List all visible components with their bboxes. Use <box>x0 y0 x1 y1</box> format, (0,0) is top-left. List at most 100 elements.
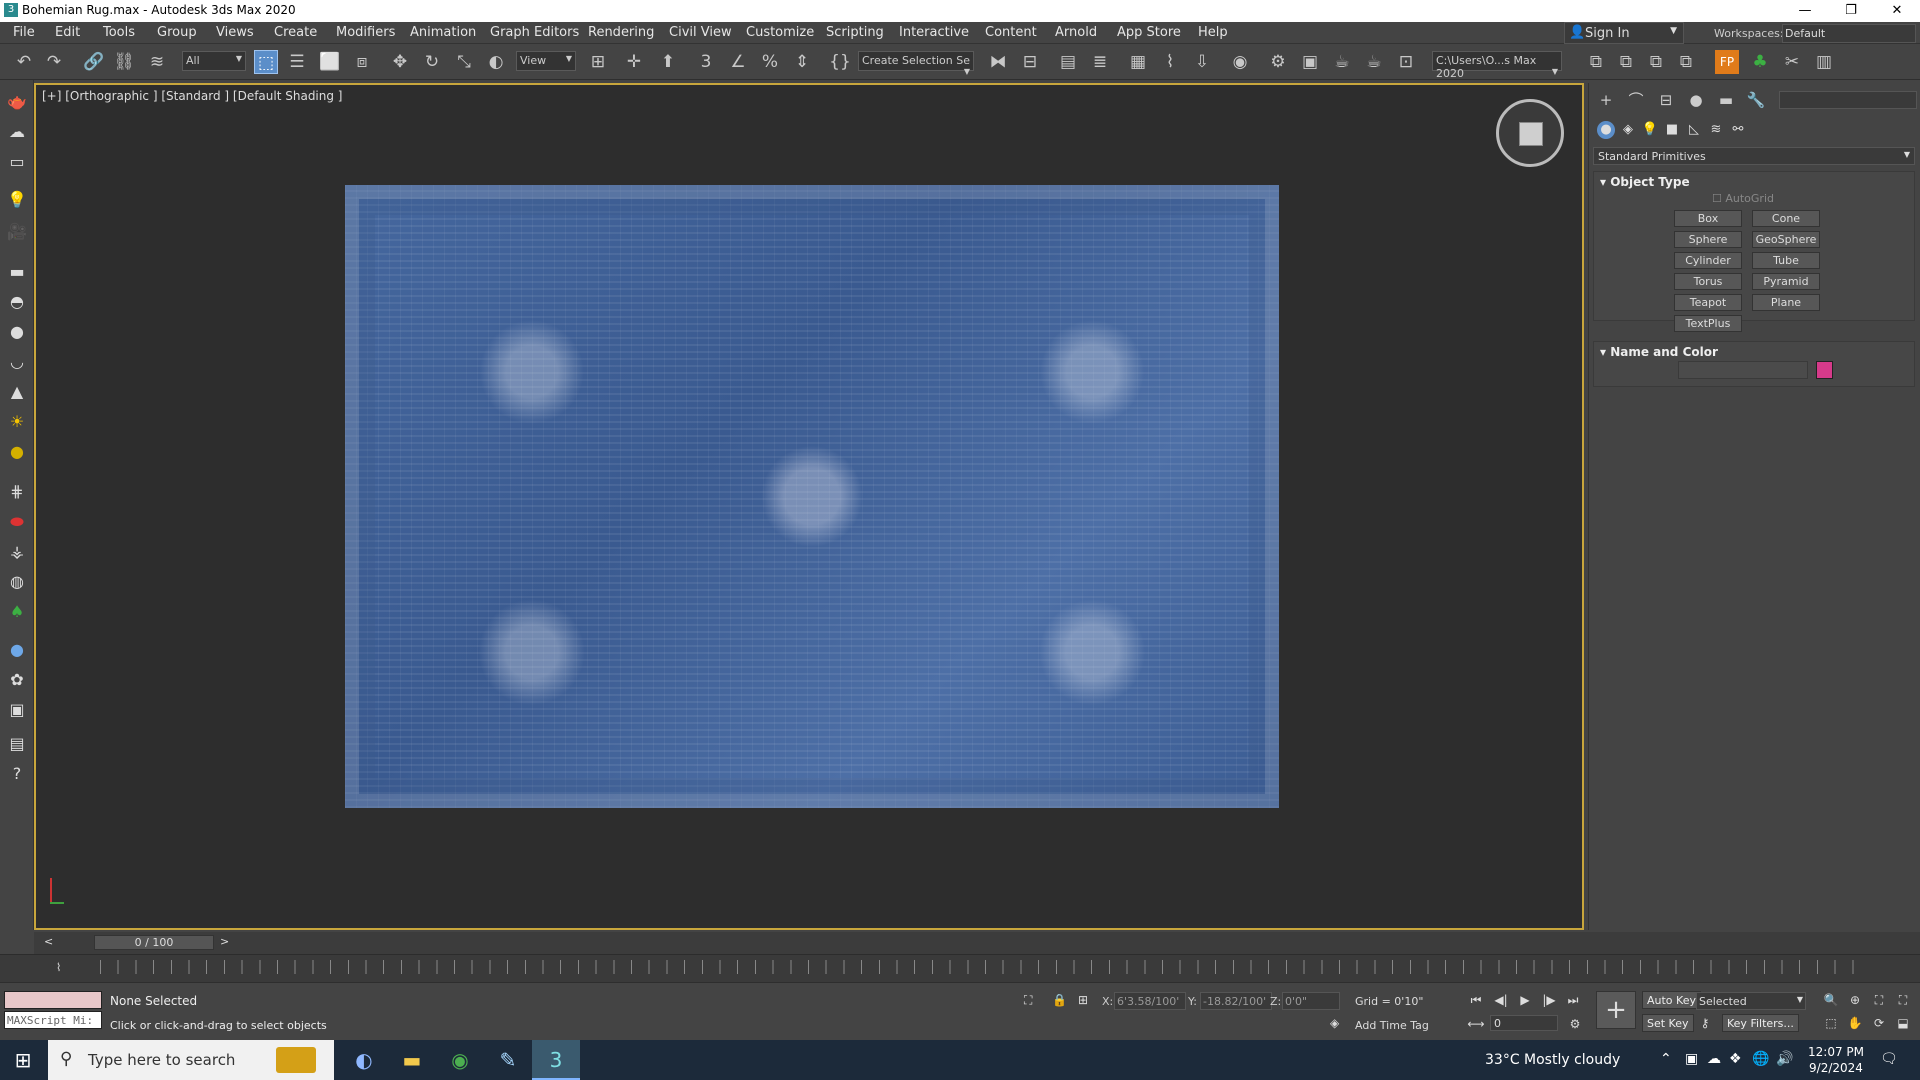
set-key-big-button[interactable]: + <box>1596 991 1636 1029</box>
layer-explorer-icon[interactable]: ≣ <box>1088 50 1112 74</box>
orb-icon[interactable]: ● <box>5 440 29 464</box>
key-mode-toggle-icon[interactable]: ⚷ <box>1694 1014 1716 1032</box>
dropbox-icon[interactable]: ❖ <box>1729 1051 1742 1067</box>
globe-icon[interactable]: ◍ <box>5 570 29 594</box>
add-time-tag[interactable]: Add Time Tag <box>1355 1019 1429 1032</box>
geometry-icon[interactable]: ● <box>1597 121 1615 139</box>
maxscript-listener-input[interactable]: MAXScript Mi: <box>4 1011 102 1029</box>
menu-customize[interactable]: Customize <box>746 25 814 40</box>
pan-icon[interactable]: ✋ <box>1844 1014 1866 1032</box>
current-frame-field[interactable]: 0 <box>1490 1015 1558 1031</box>
track-bar[interactable]: ⌇ <box>0 954 1920 982</box>
time-tag-icon[interactable]: ◈ <box>1330 1016 1339 1030</box>
menu-edit[interactable]: Edit <box>55 25 80 40</box>
select-object-icon[interactable]: ⬚ <box>254 50 278 74</box>
sphere-button[interactable]: Sphere <box>1674 231 1742 248</box>
rotate-icon[interactable]: ↻ <box>420 50 444 74</box>
placement-icon[interactable]: ◐ <box>484 50 508 74</box>
window-crossing-icon[interactable]: ⧈ <box>350 50 374 74</box>
selection-filter-dropdown[interactable]: All ▼ <box>182 51 246 71</box>
z-coordinate-field[interactable]: 0'0" <box>1282 992 1340 1010</box>
chrome-icon[interactable]: ◉ <box>436 1040 484 1080</box>
time-config-icon[interactable]: ⟷ <box>1465 1015 1487 1033</box>
menu-animation[interactable]: Animation <box>410 25 476 40</box>
container-close-icon[interactable]: ⧉ <box>1644 50 1668 74</box>
select-manipulate-icon[interactable]: ✛ <box>622 50 646 74</box>
light-bulb-icon[interactable]: 💡 <box>5 188 29 212</box>
container-update-icon[interactable]: ⧉ <box>1674 50 1698 74</box>
comb-icon[interactable]: ⋕ <box>5 480 29 504</box>
play-icon[interactable]: ▶ <box>1514 991 1536 1009</box>
maximize-button[interactable]: ❐ <box>1828 0 1874 22</box>
ball-icon[interactable]: ● <box>5 638 29 662</box>
plant-icon[interactable]: ♠ <box>5 600 29 624</box>
align-icon[interactable]: ⊟ <box>1018 50 1042 74</box>
hierarchy-tab-icon[interactable]: ⊟ <box>1655 89 1677 111</box>
tools-icon[interactable]: ✂ <box>1780 50 1804 74</box>
menu-views[interactable]: Views <box>216 25 254 40</box>
time-slider-thumb[interactable]: 0 / 100 <box>94 935 214 950</box>
weather-widget[interactable]: 33°C Mostly cloudy <box>1485 1052 1620 1068</box>
rectangular-selection-icon[interactable]: ⬜ <box>318 50 342 74</box>
motion-tab-icon[interactable]: ● <box>1685 89 1707 111</box>
menu-group[interactable]: Group <box>157 25 197 40</box>
tray-app-icon[interactable]: ▣ <box>1685 1051 1698 1067</box>
3ds-max-taskbar-icon[interactable]: 3 <box>532 1040 580 1080</box>
menu-arnold[interactable]: Arnold <box>1055 25 1097 40</box>
lights-icon[interactable]: 💡 <box>1641 121 1659 139</box>
shapes-icon[interactable]: ◈ <box>1619 121 1637 139</box>
material-editor-icon[interactable]: ◉ <box>1228 50 1252 74</box>
edit-named-selection-icon[interactable]: {} <box>828 50 852 74</box>
file-explorer-icon[interactable]: ▬ <box>388 1040 436 1080</box>
palette-icon[interactable]: ✿ <box>5 668 29 692</box>
object-type-header[interactable]: ▾ Object Type <box>1600 175 1690 189</box>
unlink-icon[interactable]: ⛓ <box>112 50 136 74</box>
notifications-icon[interactable]: 🗨 <box>1880 1051 1898 1067</box>
curve-editor-icon[interactable]: ⌇ <box>1158 50 1182 74</box>
isolate-selection-icon[interactable]: ⛶ <box>1024 993 1032 1008</box>
menu-interactive[interactable]: Interactive <box>899 25 969 40</box>
zoom-extents-icon[interactable]: ⛶ <box>1868 991 1890 1009</box>
perspective-viewport[interactable]: [+] [Orthographic ] [Standard ] [Default… <box>34 83 1584 930</box>
document-icon[interactable]: ▤ <box>5 732 29 756</box>
box-button[interactable]: Box <box>1674 210 1742 227</box>
sphere-icon[interactable]: ● <box>5 320 29 344</box>
cloud-icon[interactable]: ☁ <box>5 120 29 144</box>
menu-civil-view[interactable]: Civil View <box>669 25 732 40</box>
systems-icon[interactable]: ⚯ <box>1729 121 1747 139</box>
object-color-swatch[interactable] <box>1816 361 1833 379</box>
redo-icon[interactable]: ↷ <box>42 50 66 74</box>
volume-icon[interactable]: 🔊 <box>1776 1051 1793 1067</box>
spinner-snap-icon[interactable]: ⇕ <box>790 50 814 74</box>
auto-key-button[interactable]: Auto Key <box>1642 991 1701 1009</box>
menu-help[interactable]: Help <box>1198 25 1228 40</box>
render-cloud-icon[interactable]: ⊡ <box>1394 50 1418 74</box>
y-coordinate-field[interactable]: -18.82/100' <box>1200 992 1272 1010</box>
modify-tab-icon[interactable]: ⌒ <box>1625 89 1647 111</box>
named-selection-dropdown[interactable]: Create Selection Se ▼ <box>858 51 974 76</box>
object-name-field[interactable] <box>1678 361 1808 379</box>
close-button[interactable]: ✕ <box>1874 0 1920 22</box>
lock-selection-icon[interactable]: 🔒 <box>1052 993 1067 1007</box>
snaps-toggle-icon[interactable]: 3 <box>694 50 718 74</box>
geosphere-button[interactable]: GeoSphere <box>1752 231 1820 248</box>
key-filters-button[interactable]: Key Filters... <box>1722 1014 1799 1032</box>
pivot-center-icon[interactable]: ⊞ <box>586 50 610 74</box>
time-configuration-icon[interactable]: ⚙ <box>1564 1015 1586 1033</box>
helpers-icon[interactable]: ◺ <box>1685 121 1703 139</box>
rug-mesh[interactable] <box>345 185 1279 808</box>
menu-app-store[interactable]: App Store <box>1117 25 1181 40</box>
x-coordinate-field[interactable]: 6'3.58/100' <box>1114 992 1186 1010</box>
sign-in-dropdown[interactable]: 👤 Sign In ▼ <box>1564 22 1684 44</box>
menu-file[interactable]: File <box>13 25 35 40</box>
set-key-button[interactable]: Set Key <box>1642 1014 1694 1032</box>
spreadsheet-icon[interactable]: ▥ <box>1812 50 1836 74</box>
name-and-color-header[interactable]: ▾ Name and Color <box>1600 345 1718 359</box>
menu-rendering[interactable]: Rendering <box>588 25 654 40</box>
railclone-icon[interactable]: ♣ <box>1748 50 1772 74</box>
utilities-tab-icon[interactable]: 🔧 <box>1745 89 1767 111</box>
cylinder-button[interactable]: Cylinder <box>1674 252 1742 269</box>
scale-icon[interactable]: ⤡ <box>452 50 476 74</box>
render-icon[interactable]: ▣ <box>5 698 29 722</box>
absolute-mode-icon[interactable]: ⊞ <box>1078 993 1088 1007</box>
